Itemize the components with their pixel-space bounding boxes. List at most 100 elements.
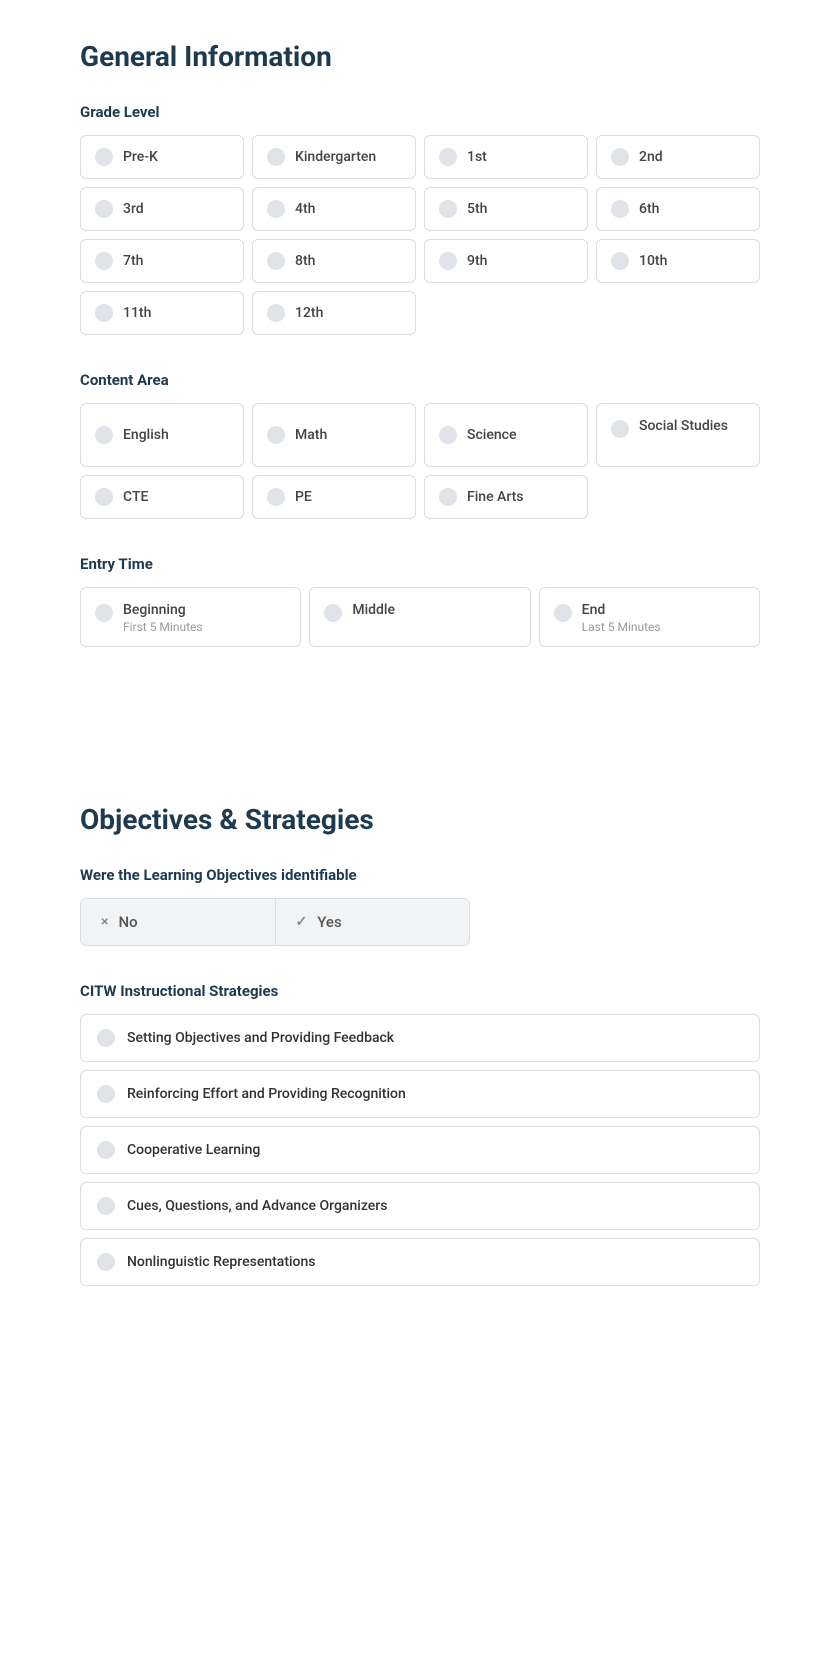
grade-5th-radio [439, 200, 457, 218]
content-area-grid: English Math Science Social Studies CTE … [80, 403, 760, 519]
page-container: General Information Grade Level Pre-K Ki… [0, 0, 840, 1362]
yes-no-toggle: × No ✓ Yes [80, 898, 470, 946]
entry-end-content: End Last 5 Minutes [582, 602, 661, 634]
grade-5th[interactable]: 5th [424, 187, 588, 231]
content-math-radio [267, 426, 285, 444]
grade-9th-radio [439, 252, 457, 270]
grade-2nd[interactable]: 2nd [596, 135, 760, 179]
content-science[interactable]: Science [424, 403, 588, 467]
grade-1st-radio [439, 148, 457, 166]
grade-level-grid: Pre-K Kindergarten 1st 2nd 3rd 4th [80, 135, 760, 335]
grade-10th-label: 10th [639, 253, 667, 269]
entry-middle[interactable]: Middle [309, 587, 530, 647]
grade-4th-label: 4th [295, 201, 315, 217]
strategy-setting-objectives-radio [97, 1029, 115, 1047]
entry-middle-content: Middle [352, 602, 395, 618]
grade-7th-radio [95, 252, 113, 270]
citw-section: CITW Instructional Strategies Setting Ob… [80, 982, 760, 1286]
grade-2nd-radio [611, 148, 629, 166]
grade-pre-k-label: Pre-K [123, 149, 158, 165]
learning-objectives-section: Were the Learning Objectives identifiabl… [80, 866, 760, 946]
strategy-reinforcing-effort-radio [97, 1085, 115, 1103]
grade-9th-label: 9th [467, 253, 487, 269]
strategy-setting-objectives-label: Setting Objectives and Providing Feedbac… [127, 1030, 394, 1046]
content-english-radio [95, 426, 113, 444]
yes-button[interactable]: ✓ Yes [276, 899, 470, 945]
grade-8th[interactable]: 8th [252, 239, 416, 283]
grade-3rd-label: 3rd [123, 201, 144, 217]
grade-3rd-radio [95, 200, 113, 218]
yes-label: Yes [317, 913, 341, 931]
content-english[interactable]: English [80, 403, 244, 467]
no-label: No [118, 913, 137, 931]
grade-3rd[interactable]: 3rd [80, 187, 244, 231]
entry-middle-radio [324, 604, 342, 622]
strategy-nonlinguistic-label: Nonlinguistic Representations [127, 1254, 316, 1270]
content-area-label: Content Area [80, 371, 760, 389]
section-spacer [80, 683, 760, 803]
citw-label: CITW Instructional Strategies [80, 982, 760, 1000]
entry-end-radio [554, 604, 572, 622]
content-science-label: Science [467, 427, 516, 443]
grade-6th-label: 6th [639, 201, 659, 217]
strategy-reinforcing-effort[interactable]: Reinforcing Effort and Providing Recogni… [80, 1070, 760, 1118]
content-cte-radio [95, 488, 113, 506]
grade-12th[interactable]: 12th [252, 291, 416, 335]
grade-10th-radio [611, 252, 629, 270]
entry-time-label: Entry Time [80, 555, 760, 573]
objectives-title: Objectives & Strategies [80, 803, 760, 836]
content-pe[interactable]: PE [252, 475, 416, 519]
content-math[interactable]: Math [252, 403, 416, 467]
strategy-cooperative-learning[interactable]: Cooperative Learning [80, 1126, 760, 1174]
no-button[interactable]: × No [81, 899, 276, 945]
content-social-studies-label: Social Studies [639, 418, 728, 434]
content-fine-arts[interactable]: Fine Arts [424, 475, 588, 519]
grade-1st[interactable]: 1st [424, 135, 588, 179]
content-pe-radio [267, 488, 285, 506]
grade-5th-label: 5th [467, 201, 487, 217]
grade-kindergarten[interactable]: Kindergarten [252, 135, 416, 179]
entry-end-label: End [582, 602, 661, 618]
strategy-nonlinguistic-radio [97, 1253, 115, 1271]
entry-end-subtext: Last 5 Minutes [582, 620, 661, 634]
grade-10th[interactable]: 10th [596, 239, 760, 283]
entry-time-grid: Beginning First 5 Minutes Middle End Las… [80, 587, 760, 647]
grade-6th[interactable]: 6th [596, 187, 760, 231]
content-fine-arts-label: Fine Arts [467, 489, 524, 505]
grade-12th-label: 12th [295, 305, 323, 321]
grade-2nd-label: 2nd [639, 149, 663, 165]
grade-kindergarten-label: Kindergarten [295, 149, 376, 165]
grade-4th[interactable]: 4th [252, 187, 416, 231]
grade-8th-label: 8th [295, 253, 315, 269]
content-cte-label: CTE [123, 489, 148, 505]
yes-icon: ✓ [296, 914, 308, 930]
strategy-nonlinguistic[interactable]: Nonlinguistic Representations [80, 1238, 760, 1286]
strategy-reinforcing-effort-label: Reinforcing Effort and Providing Recogni… [127, 1086, 406, 1102]
grade-7th-label: 7th [123, 253, 143, 269]
content-social-studies-radio [611, 420, 629, 438]
content-social-studies[interactable]: Social Studies [596, 403, 760, 467]
grade-level-section: Grade Level Pre-K Kindergarten 1st 2nd 3… [80, 103, 760, 335]
strategy-list: Setting Objectives and Providing Feedbac… [80, 1014, 760, 1286]
no-icon: × [101, 914, 108, 930]
strategy-cooperative-learning-radio [97, 1141, 115, 1159]
strategy-cues-questions-radio [97, 1197, 115, 1215]
grade-11th-radio [95, 304, 113, 322]
grade-6th-radio [611, 200, 629, 218]
strategy-setting-objectives[interactable]: Setting Objectives and Providing Feedbac… [80, 1014, 760, 1062]
grade-level-label: Grade Level [80, 103, 760, 121]
content-english-label: English [123, 427, 169, 443]
grade-9th[interactable]: 9th [424, 239, 588, 283]
strategy-cues-questions[interactable]: Cues, Questions, and Advance Organizers [80, 1182, 760, 1230]
grade-11th[interactable]: 11th [80, 291, 244, 335]
entry-beginning-content: Beginning First 5 Minutes [123, 602, 203, 634]
entry-beginning[interactable]: Beginning First 5 Minutes [80, 587, 301, 647]
learning-objectives-label: Were the Learning Objectives identifiabl… [80, 866, 760, 884]
content-cte[interactable]: CTE [80, 475, 244, 519]
content-fine-arts-radio [439, 488, 457, 506]
grade-7th[interactable]: 7th [80, 239, 244, 283]
grade-4th-radio [267, 200, 285, 218]
entry-end[interactable]: End Last 5 Minutes [539, 587, 760, 647]
grade-pre-k[interactable]: Pre-K [80, 135, 244, 179]
content-area-section: Content Area English Math Science Social… [80, 371, 760, 519]
